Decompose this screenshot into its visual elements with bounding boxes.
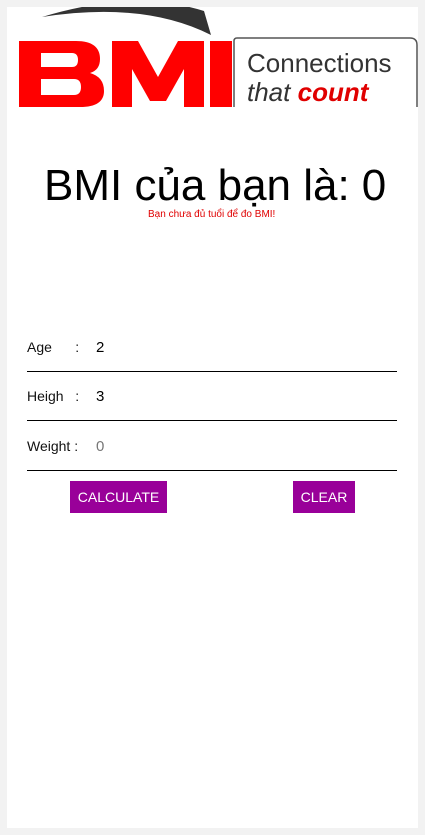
tagline-prefix: that bbox=[247, 77, 291, 107]
bmi-result-label: BMI của bạn là: bbox=[44, 161, 350, 210]
bmi-warning-note: Bạn chưa đủ tuổi để đo BMI! bbox=[148, 209, 276, 220]
app-card: Connections that count BMI của bạn là: 0 … bbox=[7, 7, 418, 828]
age-label: Age : bbox=[27, 339, 80, 355]
height-input[interactable] bbox=[93, 383, 383, 409]
height-label: Heigh : bbox=[27, 388, 80, 404]
bmi-result: BMI của bạn là: 0 bbox=[44, 161, 386, 211]
weight-input[interactable] bbox=[93, 433, 383, 459]
tagline-accent: count bbox=[297, 77, 369, 107]
bmi-result-value: 0 bbox=[361, 161, 387, 210]
brand-logo: Connections that count bbox=[14, 7, 418, 107]
weight-label: Weight : bbox=[27, 438, 79, 454]
clear-button[interactable]: CLEAR bbox=[293, 481, 355, 513]
age-input[interactable] bbox=[93, 334, 383, 360]
height-row: Heigh : bbox=[27, 371, 397, 421]
age-row: Age : bbox=[27, 322, 397, 372]
calculate-button[interactable]: CALCULATE bbox=[70, 481, 167, 513]
tagline-line1: Connections bbox=[247, 48, 392, 78]
weight-row: Weight : bbox=[27, 421, 397, 471]
tagline-line2: that count bbox=[247, 79, 368, 105]
